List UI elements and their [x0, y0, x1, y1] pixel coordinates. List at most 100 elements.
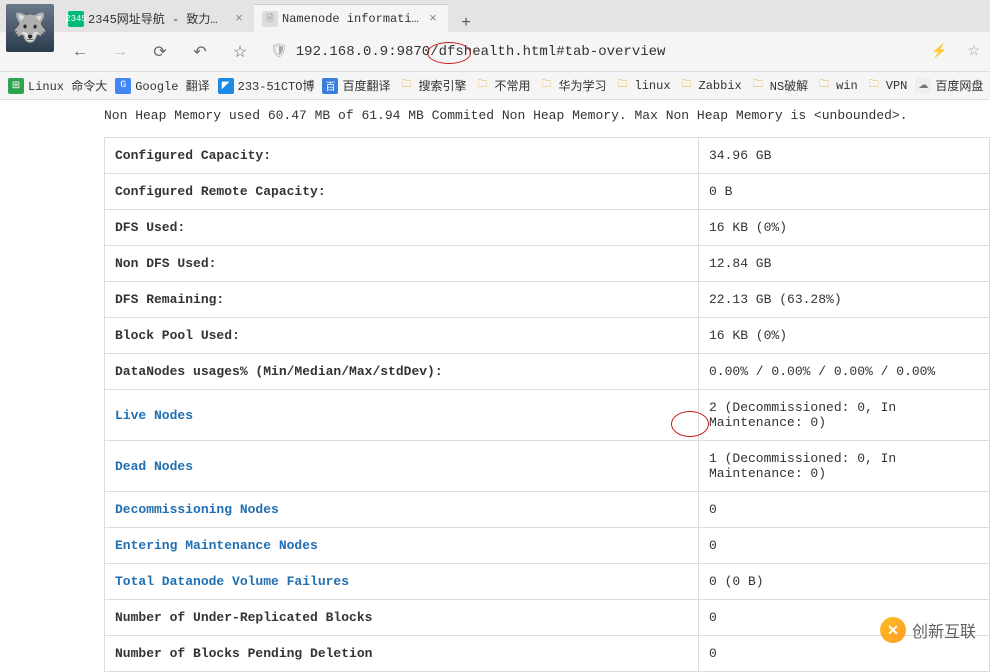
nav-bar: ← → ⟳ ↶ ☆ 🛡 192.168.0.9:9870/dfshealth.h… — [0, 32, 990, 72]
profile-avatar[interactable]: 🐺 — [6, 4, 54, 52]
bookmark-folder[interactable]: 🗀华为学习 — [539, 77, 607, 94]
watermark-text: 创新互联 — [912, 618, 976, 642]
address-bar[interactable]: 🛡 192.168.0.9:9870/dfshealth.html#tab-ov… — [270, 43, 911, 60]
bookmark-label: 百度网盘 — [935, 77, 983, 94]
row-key: Number of Blocks Pending Deletion — [105, 636, 699, 672]
bookmark-folder[interactable]: 🗀win — [816, 78, 858, 94]
bookmark-folder[interactable]: 🗀NS破解 — [750, 77, 808, 94]
row-key: Non DFS Used: — [105, 246, 699, 282]
row-key: Block Pool Used: — [105, 318, 699, 354]
row-key: DFS Used: — [105, 210, 699, 246]
table-row: Number of Blocks Pending Deletion0 — [105, 636, 990, 672]
bookmark-folder[interactable]: 🗀不常用 — [474, 77, 530, 94]
tab-bar: 2345 2345网址导航 - 致力于打造百 × 🗎 Namenode info… — [0, 0, 990, 32]
row-key[interactable]: Entering Maintenance Nodes — [105, 528, 699, 564]
row-key[interactable]: Dead Nodes — [105, 441, 699, 492]
table-row: Number of Under-Replicated Blocks0 — [105, 600, 990, 636]
row-key: Number of Under-Replicated Blocks — [105, 600, 699, 636]
row-key-link[interactable]: Total Datanode Volume Failures — [115, 574, 349, 589]
flash-icon[interactable]: ⚡ — [931, 44, 947, 59]
folder-icon: 🗀 — [750, 78, 766, 94]
bookmark-label: Linux 命令大 — [28, 77, 107, 94]
row-value: 22.13 GB (63.28%) — [699, 282, 990, 318]
table-row: Configured Capacity:34.96 GB — [105, 138, 990, 174]
bookmark-label: 华为学习 — [559, 77, 607, 94]
watermark-logo-icon: ✕ — [880, 617, 906, 643]
favicon-2345-icon: 2345 — [68, 11, 84, 27]
close-icon[interactable]: × — [426, 12, 440, 26]
url-text[interactable]: 192.168.0.9:9870/dfshealth.html#tab-over… — [296, 44, 911, 60]
bookmark-item[interactable]: ◤233-51CTO博 — [218, 77, 315, 94]
table-row: Live Nodes 2 (Decommissioned: 0, In Maint… — [105, 390, 990, 441]
bookmark-item[interactable]: ☁百度网盘 — [915, 77, 983, 94]
row-key-link[interactable]: Decommissioning Nodes — [115, 502, 279, 517]
page-content: Non Heap Memory used 60.47 MB of 61.94 M… — [0, 100, 990, 672]
row-value: 16 KB (0%) — [699, 318, 990, 354]
summary-table: Configured Capacity:34.96 GBConfigured R… — [104, 137, 990, 672]
close-icon[interactable]: × — [232, 12, 246, 26]
tab-label: 2345网址导航 - 致力于打造百 — [88, 10, 228, 27]
bookmark-icon: 百 — [322, 78, 338, 94]
row-key[interactable]: Total Datanode Volume Failures — [105, 564, 699, 600]
bookmark-item[interactable]: 百百度翻译 — [322, 77, 390, 94]
bookmark-item[interactable]: GGoogle 翻译 — [115, 77, 209, 94]
row-key[interactable]: Live Nodes — [105, 390, 699, 441]
folder-icon: 🗀 — [539, 78, 555, 94]
forward-button[interactable]: → — [110, 42, 130, 62]
bookmark-folder[interactable]: 🗀搜索引擎 — [398, 77, 466, 94]
row-value: 0.00% / 0.00% / 0.00% / 0.00% — [699, 354, 990, 390]
bookmark-label: 233-51CTO博 — [238, 77, 315, 94]
bookmark-label: 搜索引擎 — [418, 77, 466, 94]
bookmark-label: win — [836, 79, 858, 93]
row-key: Configured Remote Capacity: — [105, 174, 699, 210]
bookmark-item[interactable]: ⊞Linux 命令大 — [8, 77, 107, 94]
favicon-page-icon: 🗎 — [262, 11, 278, 27]
bookmark-star-button[interactable]: ☆ — [230, 42, 250, 62]
row-value: 12.84 GB — [699, 246, 990, 282]
folder-icon: 🗀 — [615, 78, 631, 94]
tab-2345[interactable]: 2345 2345网址导航 - 致力于打造百 × — [60, 4, 254, 32]
table-row: DataNodes usages% (Min/Median/Max/stdDev… — [105, 354, 990, 390]
bookmark-folder[interactable]: 🗀VPN — [866, 78, 908, 94]
new-tab-button[interactable]: + — [448, 14, 484, 32]
bookmark-label: NS破解 — [770, 77, 808, 94]
bookmark-icon: ☁ — [915, 78, 931, 94]
shield-icon: 🛡 — [270, 43, 288, 60]
bookmark-label: 不常用 — [494, 77, 530, 94]
row-key: Configured Capacity: — [105, 138, 699, 174]
row-value: 0 — [699, 528, 990, 564]
undo-button[interactable]: ↶ — [190, 42, 210, 62]
row-value: 2 (Decommissioned: 0, In Maintenance: 0) — [699, 390, 990, 441]
bookmark-folder[interactable]: 🗀 Zabbix — [679, 78, 742, 94]
table-row: DFS Used:16 KB (0%) — [105, 210, 990, 246]
bookmark-label: VPN — [886, 79, 908, 93]
row-key-link[interactable]: Dead Nodes — [115, 459, 193, 474]
table-row: Entering Maintenance Nodes 0 — [105, 528, 990, 564]
row-key-link[interactable]: Live Nodes — [115, 408, 193, 423]
bookmark-icon: ⊞ — [8, 78, 24, 94]
fav-icon[interactable]: ☆ — [967, 43, 980, 60]
back-button[interactable]: ← — [70, 42, 90, 62]
row-key-link[interactable]: Entering Maintenance Nodes — [115, 538, 318, 553]
tab-label: Namenode information — [282, 12, 422, 26]
table-row: Total Datanode Volume Failures0 (0 B) — [105, 564, 990, 600]
bookmark-label: Zabbix — [699, 79, 742, 93]
bookmark-label: 百度翻译 — [342, 77, 390, 94]
row-value: 0 — [699, 492, 990, 528]
reload-button[interactable]: ⟳ — [150, 42, 170, 62]
bookmark-folder[interactable]: 🗀 linux — [615, 78, 671, 94]
row-key[interactable]: Decommissioning Nodes — [105, 492, 699, 528]
table-row: Dead Nodes1 (Decommissioned: 0, In Maint… — [105, 441, 990, 492]
bookmark-label: linux — [635, 79, 671, 93]
row-key: DFS Remaining: — [105, 282, 699, 318]
table-row: Decommissioning Nodes 0 — [105, 492, 990, 528]
tab-namenode[interactable]: 🗎 Namenode information × — [254, 4, 448, 32]
folder-icon: 🗀 — [474, 78, 490, 94]
table-row: Configured Remote Capacity:0 B — [105, 174, 990, 210]
folder-icon: 🗀 — [679, 78, 695, 94]
bookmark-label: Google 翻译 — [135, 77, 209, 94]
bookmark-icon: ◤ — [218, 78, 234, 94]
table-row: DFS Remaining:22.13 GB (63.28%) — [105, 282, 990, 318]
bookmark-icon: G — [115, 78, 131, 94]
watermark: ✕ 创新互联 — [880, 617, 976, 643]
